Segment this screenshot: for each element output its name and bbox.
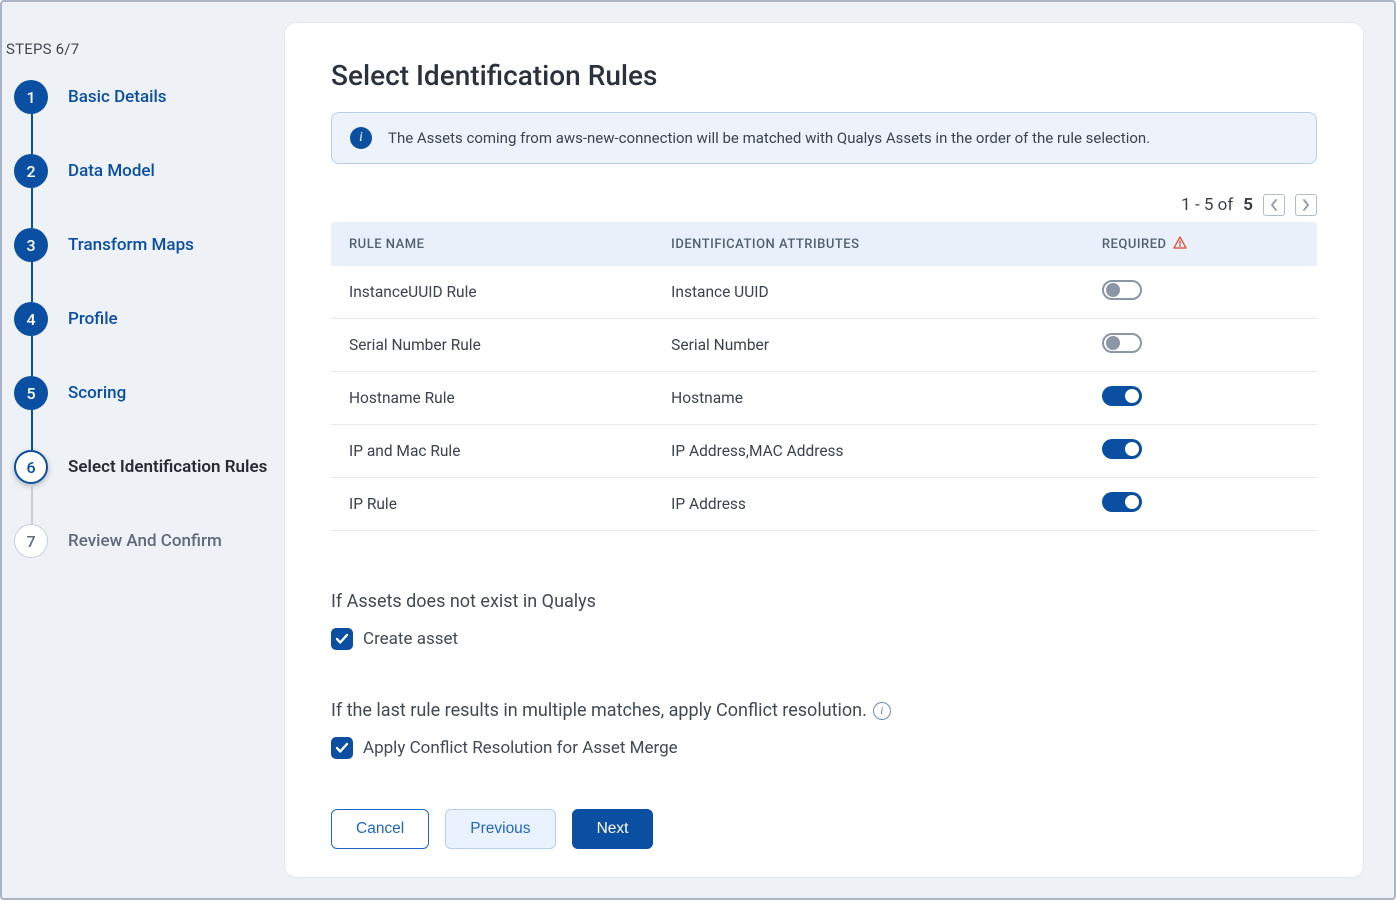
step-label: Transform Maps [68, 228, 194, 256]
rule-attrs-cell: IP Address [653, 478, 1084, 531]
rule-required-cell [1084, 425, 1317, 478]
required-toggle[interactable] [1102, 333, 1142, 353]
create-asset-label: Create asset [363, 629, 458, 649]
col-id-attrs: IDENTIFICATION ATTRIBUTES [653, 222, 1084, 266]
step-2[interactable]: 2 Data Model [6, 154, 274, 228]
step-circle: 2 [14, 154, 48, 188]
step-label: Data Model [68, 154, 155, 182]
previous-button[interactable]: Previous [445, 809, 555, 849]
chevron-right-icon [1302, 199, 1310, 211]
info-outline-icon[interactable]: i [873, 702, 891, 720]
footer-buttons: Cancel Previous Next [331, 809, 1317, 849]
rule-name-cell: IP and Mac Rule [331, 425, 653, 478]
required-toggle[interactable] [1102, 386, 1142, 406]
step-circle: 1 [14, 80, 48, 114]
rules-table: RULE NAME IDENTIFICATION ATTRIBUTES REQU… [331, 222, 1317, 531]
step-1[interactable]: 1 Basic Details [6, 80, 274, 154]
rule-attrs-cell: IP Address,MAC Address [653, 425, 1084, 478]
step-label: Select Identification Rules [68, 450, 267, 478]
info-icon: i [350, 127, 372, 149]
step-label: Profile [68, 302, 118, 330]
table-row: Serial Number RuleSerial Number [331, 319, 1317, 372]
required-toggle[interactable] [1102, 492, 1142, 512]
rule-name-cell: Serial Number Rule [331, 319, 653, 372]
next-button[interactable]: Next [572, 809, 654, 849]
rule-attrs-cell: Hostname [653, 372, 1084, 425]
rule-required-cell [1084, 266, 1317, 319]
apply-conflict-label: Apply Conflict Resolution for Asset Merg… [363, 738, 678, 758]
pager: 1 - 5 of 5 [331, 194, 1317, 216]
step-label: Review And Confirm [68, 524, 222, 552]
apply-conflict-checkbox[interactable] [331, 737, 353, 759]
create-asset-checkbox[interactable] [331, 628, 353, 650]
check-icon [335, 633, 349, 645]
rule-required-cell [1084, 478, 1317, 531]
rule-attrs-cell: Serial Number [653, 319, 1084, 372]
table-row: IP RuleIP Address [331, 478, 1317, 531]
steps-heading: STEPS 6/7 [6, 40, 274, 58]
col-rule-name: RULE NAME [331, 222, 653, 266]
steps-list: 1 Basic Details 2 Data Model 3 Transform Maps… [6, 80, 274, 558]
conflict-resolution-label: If the last rule results in multiple mat… [331, 700, 1317, 721]
step-circle: 5 [14, 376, 48, 410]
required-toggle[interactable] [1102, 280, 1142, 300]
info-banner: i The Assets coming from aws-new-connect… [331, 112, 1317, 164]
main-panel: Select Identification Rules i The Assets… [284, 22, 1364, 878]
step-label: Basic Details [68, 80, 167, 108]
apply-conflict-row: Apply Conflict Resolution for Asset Merg… [331, 737, 1317, 759]
table-row: InstanceUUID RuleInstance UUID [331, 266, 1317, 319]
step-5[interactable]: 5 Scoring [6, 376, 274, 450]
info-text: The Assets coming from aws-new-connectio… [388, 129, 1150, 147]
step-7[interactable]: 7 Review And Confirm [6, 524, 274, 558]
cancel-button[interactable]: Cancel [331, 809, 429, 849]
chevron-left-icon [1270, 199, 1278, 211]
create-asset-row: Create asset [331, 628, 1317, 650]
col-required: REQUIRED [1084, 222, 1317, 266]
rule-required-cell [1084, 319, 1317, 372]
rule-attrs-cell: Instance UUID [653, 266, 1084, 319]
pager-total: 5 [1243, 195, 1253, 215]
rule-name-cell: InstanceUUID Rule [331, 266, 653, 319]
step-circle: 6 [14, 450, 48, 484]
app-frame: STEPS 6/7 1 Basic Details 2 Data Model 3 Tran… [0, 0, 1396, 900]
rule-name-cell: IP Rule [331, 478, 653, 531]
rule-name-cell: Hostname Rule [331, 372, 653, 425]
table-row: IP and Mac RuleIP Address,MAC Address [331, 425, 1317, 478]
check-icon [335, 742, 349, 754]
step-3[interactable]: 3 Transform Maps [6, 228, 274, 302]
step-circle: 7 [14, 524, 48, 558]
pager-next-button[interactable] [1295, 194, 1317, 216]
step-circle: 3 [14, 228, 48, 262]
pager-range: 1 - 5 of [1181, 195, 1233, 215]
rule-required-cell [1084, 372, 1317, 425]
warning-icon [1173, 236, 1187, 249]
table-row: Hostname RuleHostname [331, 372, 1317, 425]
step-4[interactable]: 4 Profile [6, 302, 274, 376]
page-title: Select Identification Rules [331, 59, 1317, 92]
step-6[interactable]: 6 Select Identification Rules [6, 450, 274, 524]
step-label: Scoring [68, 376, 126, 404]
pager-prev-button[interactable] [1263, 194, 1285, 216]
assets-not-exist-label: If Assets does not exist in Qualys [331, 591, 1317, 612]
step-circle: 4 [14, 302, 48, 336]
required-toggle[interactable] [1102, 439, 1142, 459]
wizard-sidebar: STEPS 6/7 1 Basic Details 2 Data Model 3 Tran… [2, 2, 284, 898]
